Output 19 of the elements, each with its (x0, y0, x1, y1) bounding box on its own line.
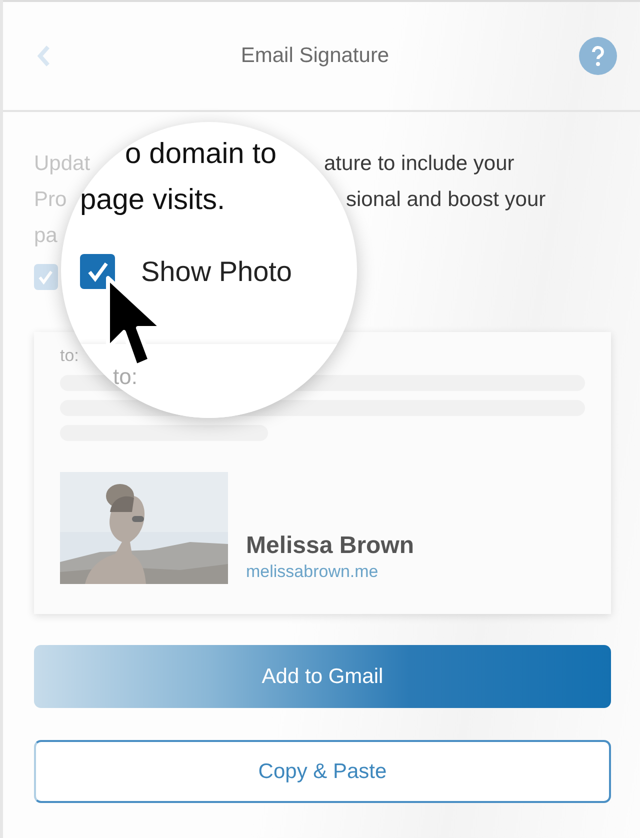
to-label: to: (60, 346, 80, 366)
screen-title: Email Signature (240, 44, 390, 68)
text-fragment: Updat (34, 152, 90, 175)
text-fragment: pa (34, 224, 58, 247)
copy-button[interactable]: Copy & Paste (34, 740, 611, 803)
text-fragment: ature to include your (324, 152, 514, 176)
signature-name: Melissa Brown (246, 532, 414, 560)
text-fragment: sional and boost your (346, 188, 546, 212)
checkbox[interactable] (34, 264, 58, 290)
checkbox-label: Show Photo (141, 256, 292, 288)
add-to-gmail-button[interactable]: Add to Gmail (34, 645, 611, 708)
text-fragment: page visits. (80, 184, 226, 217)
checkbox[interactable] (80, 254, 115, 289)
back-icon[interactable] (37, 44, 51, 68)
help-icon[interactable] (579, 37, 617, 75)
text-fragment: Pro (34, 188, 67, 211)
website-link[interactable]: melissabrown.me (246, 562, 414, 582)
text-fragment: o domain to (125, 138, 277, 171)
to-label: to: (113, 364, 138, 390)
